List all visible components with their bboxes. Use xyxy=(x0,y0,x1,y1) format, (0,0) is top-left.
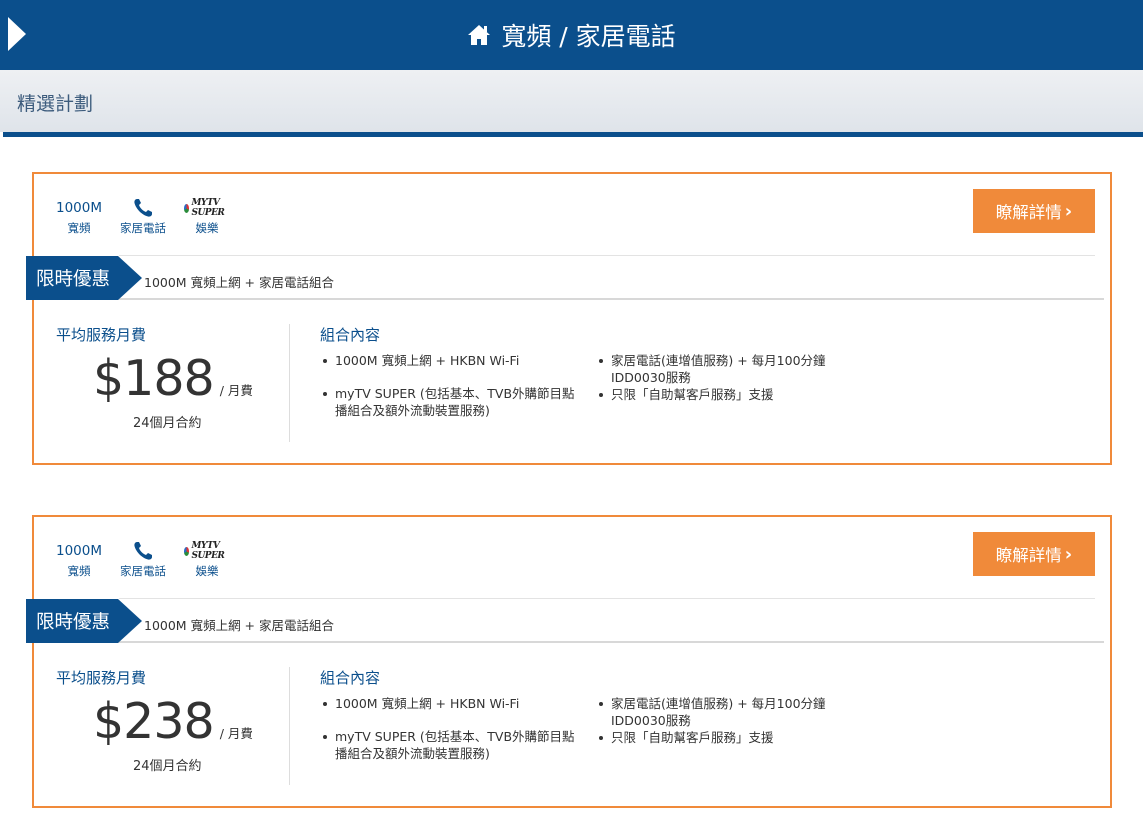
page-title-text: 寬頻 / 家居電話 xyxy=(501,22,676,51)
menu-toggle-arrow-icon[interactable] xyxy=(8,17,28,51)
phone-icon xyxy=(134,542,152,560)
feature-label: 娛樂 xyxy=(195,564,219,578)
bundle-item: 1000M 寬頻上網 + HKBN Wi-Fi xyxy=(322,352,577,369)
bundle-item: 只限「自助幫客戶服務」支援 xyxy=(598,729,858,746)
feature-home-phone: 家居電話 xyxy=(118,196,168,236)
details-button-label: 瞭解詳情 xyxy=(995,203,1062,222)
bundle-item: 只限「自助幫客戶服務」支援 xyxy=(598,386,858,403)
vertical-divider xyxy=(289,324,290,442)
plan-features: 1000M 寬頻 家居電話 MYTV SUPER 娛樂 xyxy=(56,196,246,236)
plan-card: 1000M 寬頻 家居電話 MYTV SUPER 娛樂 瞭解詳情 › 限時優惠 xyxy=(26,172,1112,465)
price-amount: $188 xyxy=(93,350,215,407)
bundle-title: 組合內容 xyxy=(320,669,381,687)
broadband-speed: 1000M xyxy=(56,543,103,559)
bundle-item: 1000M 寬頻上網 + HKBN Wi-Fi xyxy=(322,695,577,712)
promo-band: 限時優惠 1000M 寬頻上網 + 家居電話組合 xyxy=(26,599,1104,643)
bundle-item: myTV SUPER (包括基本、TVB外購節目點播組合及額外流動裝置服務) xyxy=(322,728,577,762)
price-unit: / 月費 xyxy=(219,726,253,741)
feature-broadband: 1000M 寬頻 xyxy=(56,539,102,579)
promo-description: 1000M 寬頻上網 + 家居電話組合 xyxy=(144,275,334,290)
section-header: 精選計劃 xyxy=(0,70,1143,132)
vertical-divider xyxy=(289,667,290,785)
price-title: 平均服務月費 xyxy=(56,669,147,687)
bundle-item: myTV SUPER (包括基本、TVB外購節目點播組合及額外流動裝置服務) xyxy=(322,385,577,419)
feature-label: 娛樂 xyxy=(195,221,219,235)
broadband-speed: 1000M xyxy=(56,200,103,216)
feature-label: 寬頻 xyxy=(67,221,91,235)
details-button-label: 瞭解詳情 xyxy=(995,546,1062,565)
section-title: 精選計劃 xyxy=(17,93,94,115)
bundle-item: 家居電話(連增值服務) + 每月100分鐘IDD0030服務 xyxy=(598,695,858,729)
feature-entertainment: MYTV SUPER 娛樂 xyxy=(184,539,230,579)
contract-term: 24個月合約 xyxy=(133,416,202,431)
price-title: 平均服務月費 xyxy=(56,326,147,344)
page-title: 寬頻 / 家居電話 xyxy=(467,17,676,53)
feature-label: 家居電話 xyxy=(120,221,166,235)
section-divider xyxy=(3,132,1143,137)
bundle-list: 1000M 寬頻上網 + HKBN Wi-Fi myTV SUPER (包括基本… xyxy=(322,352,577,435)
promo-band: 限時優惠 1000M 寬頻上網 + 家居電話組合 xyxy=(26,256,1104,300)
mytv-super-logo: MYTV SUPER xyxy=(184,541,230,561)
price-amount: $238 xyxy=(93,693,215,750)
feature-entertainment: MYTV SUPER 娛樂 xyxy=(184,196,230,236)
bundle-title: 組合內容 xyxy=(320,326,381,344)
bundle-list: 家居電話(連增值服務) + 每月100分鐘IDD0030服務 只限「自助幫客戶服… xyxy=(598,695,858,746)
feature-broadband: 1000M 寬頻 xyxy=(56,196,102,236)
price: $188 / 月費 xyxy=(93,350,253,407)
feature-home-phone: 家居電話 xyxy=(118,539,168,579)
promo-tag: 限時優惠 xyxy=(26,599,142,643)
plan-features: 1000M 寬頻 家居電話 MYTV SUPER 娛樂 xyxy=(56,539,246,579)
bundle-item: 家居電話(連增值服務) + 每月100分鐘IDD0030服務 xyxy=(598,352,858,386)
plan-card: 1000M 寬頻 家居電話 MYTV SUPER 娛樂 瞭解詳情 › 限時優惠 xyxy=(26,515,1112,808)
promo-tag: 限時優惠 xyxy=(26,256,142,300)
phone-icon xyxy=(134,199,152,217)
bundle-list: 1000M 寬頻上網 + HKBN Wi-Fi myTV SUPER (包括基本… xyxy=(322,695,577,778)
details-button[interactable]: 瞭解詳情 › xyxy=(973,532,1095,576)
details-button[interactable]: 瞭解詳情 › xyxy=(973,189,1095,233)
feature-label: 寬頻 xyxy=(67,564,91,578)
feature-label: 家居電話 xyxy=(120,564,166,578)
price-unit: / 月費 xyxy=(219,383,253,398)
chevron-right-icon: › xyxy=(1064,543,1073,565)
promo-description: 1000M 寬頻上網 + 家居電話組合 xyxy=(144,618,334,633)
home-icon[interactable] xyxy=(467,24,491,46)
top-header-bar: 寬頻 / 家居電話 xyxy=(0,0,1143,70)
contract-term: 24個月合約 xyxy=(133,759,202,774)
price: $238 / 月費 xyxy=(93,693,253,750)
bundle-list: 家居電話(連增值服務) + 每月100分鐘IDD0030服務 只限「自助幫客戶服… xyxy=(598,352,858,403)
mytv-super-logo: MYTV SUPER xyxy=(184,198,230,218)
chevron-right-icon: › xyxy=(1064,200,1073,222)
